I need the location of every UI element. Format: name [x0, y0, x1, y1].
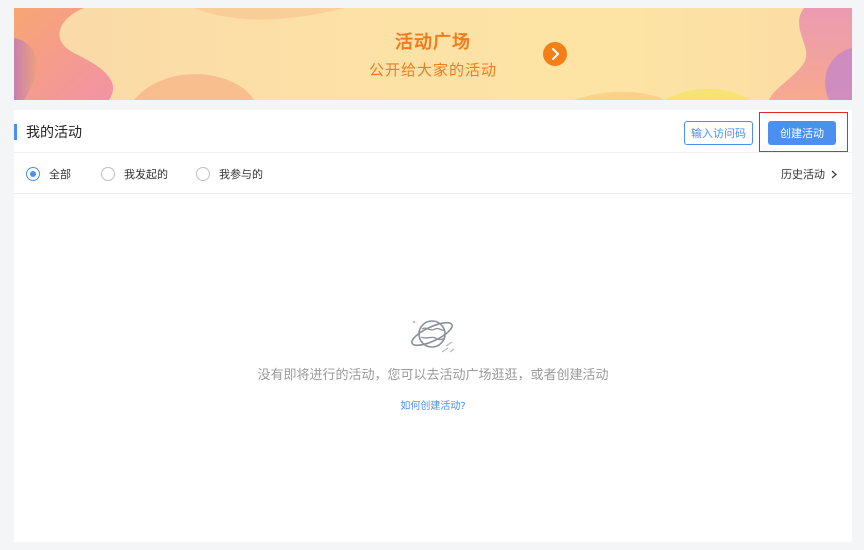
history-activities-link[interactable]: 历史活动 [781, 166, 837, 182]
my-activities-panel: 我的活动 输入访问码 创建活动 全部 我发起的 我参与的 历史活动 没有即将进行… [14, 110, 852, 542]
activity-square-banner[interactable]: 活动广场 公开给大家的活动 [14, 8, 852, 100]
create-activity-button[interactable]: 创建活动 [768, 121, 836, 145]
filter-label: 全部 [49, 168, 71, 181]
chevron-right-icon [552, 48, 559, 60]
filter-row: 全部 我发起的 我参与的 历史活动 [14, 153, 852, 194]
empty-state-message: 没有即将进行的活动，您可以去活动广场逛逛，或者创建活动 [257, 368, 609, 383]
chevron-right-icon [831, 170, 837, 179]
panel-header: 我的活动 输入访问码 创建活动 [14, 110, 852, 153]
banner-arrow-button[interactable] [543, 42, 567, 66]
filter-label: 我发起的 [124, 168, 168, 181]
filter-radio-all[interactable]: 全部 [26, 166, 71, 182]
title-accent-bar [14, 124, 17, 140]
banner-subtitle: 公开给大家的活动 [368, 61, 497, 79]
history-label: 历史活动 [781, 168, 825, 181]
radio-circle[interactable] [196, 167, 210, 181]
filter-label: 我参与的 [219, 168, 263, 181]
enter-access-code-button[interactable]: 输入访问码 [684, 121, 753, 145]
planet-icon [411, 320, 455, 353]
page-title: 我的活动 [26, 125, 82, 141]
how-to-create-link[interactable]: 如何创建活动? [14, 397, 852, 412]
filter-radio-initiated[interactable]: 我发起的 [101, 166, 168, 182]
radio-circle[interactable] [101, 167, 115, 181]
page: 活动广场 公开给大家的活动 我的活动 输入访问码 创建活动 全部 我发起的 我参… [0, 0, 864, 550]
radio-circle[interactable] [26, 167, 40, 181]
filter-radio-joined[interactable]: 我参与的 [196, 166, 263, 182]
banner-title: 活动广场 [395, 32, 471, 53]
